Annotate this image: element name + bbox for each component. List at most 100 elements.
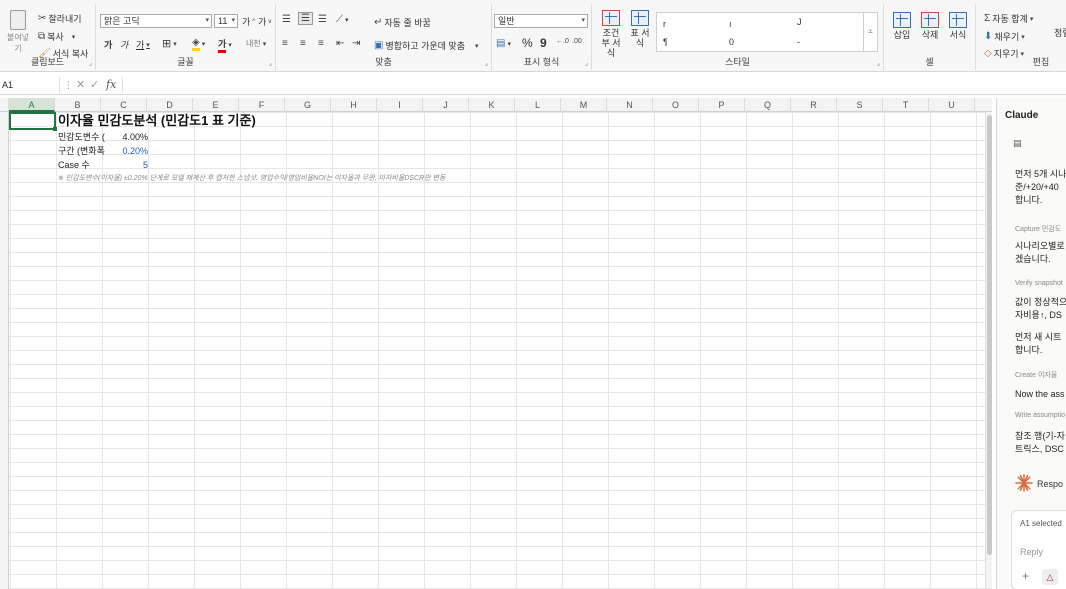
decrease-decimal-button[interactable]: .00	[572, 38, 582, 45]
vertical-scrollbar[interactable]	[985, 112, 992, 588]
cell-c5-value[interactable]: 5	[104, 158, 148, 172]
align-bottom-button[interactable]: ☰	[318, 14, 327, 25]
phonetic-button[interactable]: 내천 ▾	[246, 38, 266, 49]
column-header-d[interactable]: D	[147, 98, 193, 112]
percent-button[interactable]: %	[522, 36, 533, 50]
column-header-b[interactable]: B	[55, 98, 101, 112]
column-header-j[interactable]: J	[423, 98, 469, 112]
gallery-style-4[interactable]: ¶	[663, 37, 668, 47]
decrease-indent-button[interactable]: ⇤	[336, 38, 344, 49]
column-header-l[interactable]: L	[515, 98, 561, 112]
format-as-table-button[interactable]: 표 서식	[626, 10, 654, 48]
more-icon[interactable]: ⋮	[64, 77, 73, 93]
wrap-text-button[interactable]: ↵ 자동 줄 바꿈	[374, 16, 431, 29]
align-right-button[interactable]: ≡	[318, 38, 324, 49]
cancel-icon[interactable]: ✕	[76, 77, 85, 93]
gallery-style-3[interactable]: J	[797, 17, 802, 27]
column-header-q[interactable]: Q	[745, 98, 791, 112]
sheet-title-cell[interactable]: 이자율 민감도분석 (민감도1 표 기준)	[58, 113, 256, 129]
bold-button[interactable]: 가	[104, 38, 112, 51]
column-header-u[interactable]: U	[929, 98, 975, 112]
spreadsheet-grid[interactable]: ABCDEFGHIJKLMNOPQRSTU	[0, 98, 992, 589]
tool-step-1[interactable]: Capture 민감도	[1015, 224, 1061, 234]
increase-decimal-button[interactable]: ←.0	[556, 38, 569, 45]
formula-input[interactable]	[122, 77, 1062, 93]
cell-styles-gallery[interactable]: r ı J ¶ 0 - ⩡	[656, 12, 878, 52]
copy-button[interactable]: ⧉ 복사 ▾	[38, 30, 75, 43]
column-header-n[interactable]: N	[607, 98, 653, 112]
select-all-corner[interactable]	[0, 98, 9, 112]
fill-button[interactable]: ⬇ 채우기 ▾	[984, 30, 1025, 43]
increase-indent-button[interactable]: ⇥	[352, 38, 360, 49]
plus-icon[interactable]: +	[1022, 569, 1029, 583]
column-header-f[interactable]: F	[239, 98, 285, 112]
dialog-launcher-icon[interactable]: ⌟	[269, 59, 272, 67]
cell-c4-value[interactable]: 0.20%	[104, 144, 148, 158]
scrollbar-thumb[interactable]	[987, 115, 992, 555]
column-header-t[interactable]: T	[883, 98, 929, 112]
grow-font-button[interactable]: 가 ^	[242, 15, 255, 28]
name-box[interactable]: A1	[0, 77, 60, 93]
cell-b3-label[interactable]: 민감도변수 (	[58, 130, 105, 144]
column-header-s[interactable]: S	[837, 98, 883, 112]
italic-button[interactable]: 가	[120, 38, 128, 51]
column-header-o[interactable]: O	[653, 98, 699, 112]
cut-button[interactable]: ✂ 잘라내기	[38, 12, 82, 25]
selected-cell-a1[interactable]	[9, 112, 57, 131]
paste-button[interactable]: 붙여넣기	[4, 10, 32, 54]
font-size-select[interactable]: 11 ▾	[214, 14, 238, 28]
column-header-h[interactable]: H	[331, 98, 377, 112]
dialog-launcher-icon[interactable]: ⌟	[585, 59, 588, 67]
dialog-launcher-icon[interactable]: ⌟	[877, 59, 880, 67]
orientation-button[interactable]: ⟋ ▾	[336, 14, 349, 25]
column-header-m[interactable]: M	[561, 98, 607, 112]
underline-button[interactable]: 가 ▾	[136, 38, 150, 51]
column-header-k[interactable]: K	[469, 98, 515, 112]
autosum-button[interactable]: Σ 자동 합계 ▾	[984, 12, 1033, 25]
cell-b5-label[interactable]: Case 수	[58, 158, 90, 172]
number-format-select[interactable]: 일반 ▾	[494, 14, 588, 28]
sort-filter-button[interactable]: 정렬	[1054, 26, 1066, 39]
align-middle-button[interactable]: ☰	[298, 12, 313, 25]
delete-cells-button[interactable]: 삭제	[918, 12, 942, 40]
gallery-style-2[interactable]: ı	[729, 19, 732, 29]
column-header-a[interactable]: A	[9, 98, 55, 112]
column-header-i[interactable]: I	[377, 98, 423, 112]
tool-step-4[interactable]: Write assumptio	[1015, 412, 1065, 419]
cell-area[interactable]	[9, 112, 992, 589]
currency-button[interactable]: ▤ ▾	[496, 38, 511, 49]
column-header-c[interactable]: C	[101, 98, 147, 112]
comma-button[interactable]: 9	[540, 36, 547, 50]
fill-color-button[interactable]: ◈ ▾	[192, 37, 205, 51]
merge-center-button[interactable]: ▣ 병합하고 가운데 맞춤 ▾	[374, 39, 479, 52]
align-center-button[interactable]: ≡	[300, 38, 306, 49]
history-icon[interactable]: ▤	[1013, 138, 1022, 149]
column-header-p[interactable]: P	[699, 98, 745, 112]
shrink-font-button[interactable]: 가v	[258, 15, 271, 28]
borders-button[interactable]: ⊞ ▾	[162, 37, 177, 50]
dialog-launcher-icon[interactable]: ⌟	[89, 59, 92, 67]
enter-icon[interactable]: ✓	[90, 77, 99, 93]
column-header-g[interactable]: G	[285, 98, 331, 112]
insert-cells-button[interactable]: 삽입	[890, 12, 914, 40]
gallery-style-5[interactable]: 0	[729, 37, 734, 47]
format-cells-button[interactable]: 서식	[946, 12, 970, 40]
align-top-button[interactable]: ☰	[282, 14, 291, 25]
column-header-e[interactable]: E	[193, 98, 239, 112]
align-left-button[interactable]: ≡	[282, 38, 288, 49]
reply-input[interactable]: Reply	[1020, 547, 1043, 557]
font-name-select[interactable]: 맑은 고딕 ▾	[100, 14, 212, 28]
cell-c3-value[interactable]: 4.00%	[104, 130, 148, 144]
font-color-button[interactable]: 가 ▾	[218, 37, 232, 53]
gallery-style-1[interactable]: r	[663, 19, 666, 29]
tool-step-2[interactable]: Verify snapshot	[1015, 280, 1063, 287]
tool-step-3[interactable]: Create 이자율	[1015, 370, 1057, 380]
gallery-style-6[interactable]: -	[797, 37, 800, 47]
conditional-format-button[interactable]: 조건부 서식	[596, 10, 626, 58]
gallery-more-icon[interactable]: ⩡	[863, 13, 877, 51]
cell-b4-label[interactable]: 구간 (변화폭	[58, 144, 105, 158]
column-header-r[interactable]: R	[791, 98, 837, 112]
note-cell[interactable]: ※ 민감도변수(이자율) ±0.20% 단계로 모델 재계산 후 캡처한 스냅샷…	[58, 173, 445, 183]
dialog-launcher-icon[interactable]: ⌟	[485, 59, 488, 67]
function-icon[interactable]: fx	[106, 77, 116, 93]
